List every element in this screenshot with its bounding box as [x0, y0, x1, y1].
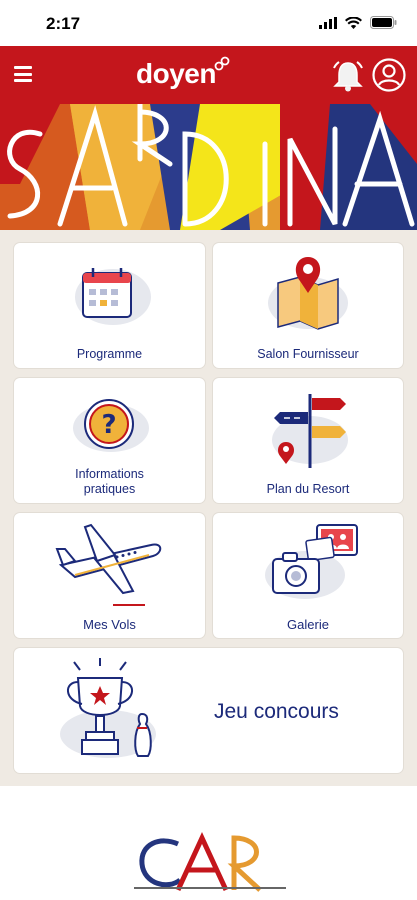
- brand-logo: doyen: [136, 56, 230, 90]
- card-plan-du-resort[interactable]: Plan du Resort: [213, 378, 403, 503]
- card-programme[interactable]: Programme: [14, 243, 205, 368]
- card-galerie[interactable]: Galerie: [213, 513, 403, 638]
- status-bar: 2:17: [0, 0, 417, 46]
- car-logo: [134, 832, 286, 892]
- card-salon-label: Salon Fournisseur: [257, 347, 359, 361]
- card-plan-label: Plan du Resort: [266, 482, 350, 496]
- brand-mark-icon: [214, 56, 230, 71]
- svg-text:?: ?: [101, 410, 116, 440]
- brand-name: doyen: [136, 58, 216, 89]
- card-infos-label-1: Informations: [75, 467, 144, 481]
- wifi-icon: [345, 16, 362, 29]
- menu-grid: Programme Salon Fournisseur ? Informatio…: [0, 230, 417, 786]
- footer: [0, 786, 417, 900]
- camera-icon: [265, 524, 358, 599]
- battery-icon: [370, 16, 397, 29]
- app-header: doyen: [0, 46, 417, 104]
- question-icon: ?: [72, 399, 149, 452]
- card-jeu-label: Jeu concours: [214, 700, 339, 723]
- calendar-icon: [74, 268, 151, 325]
- card-informations-pratiques[interactable]: ? Informations pratiques: [14, 378, 205, 503]
- menu-icon[interactable]: [14, 66, 32, 82]
- card-infos-label-2: pratiques: [83, 482, 136, 496]
- account-icon[interactable]: [372, 58, 406, 92]
- card-programme-label: Programme: [76, 347, 143, 361]
- plane-icon: [55, 523, 161, 606]
- signpost-icon: [272, 394, 348, 468]
- card-vols-label: Mes Vols: [83, 617, 136, 632]
- card-jeu-concours[interactable]: Jeu concours: [14, 648, 403, 773]
- card-galerie-label: Galerie: [287, 617, 329, 632]
- trophy-icon: [60, 658, 156, 758]
- status-time: 2:17: [46, 14, 81, 33]
- sardinia-banner: [0, 104, 417, 230]
- bell-icon[interactable]: [330, 58, 366, 94]
- status-icons: [319, 16, 397, 29]
- signal-icon: [319, 16, 337, 29]
- map-icon: [268, 257, 348, 330]
- banner-artwork: [0, 104, 417, 230]
- card-salon-fournisseur[interactable]: Salon Fournisseur: [213, 243, 403, 368]
- card-mes-vols[interactable]: Mes Vols: [14, 513, 205, 638]
